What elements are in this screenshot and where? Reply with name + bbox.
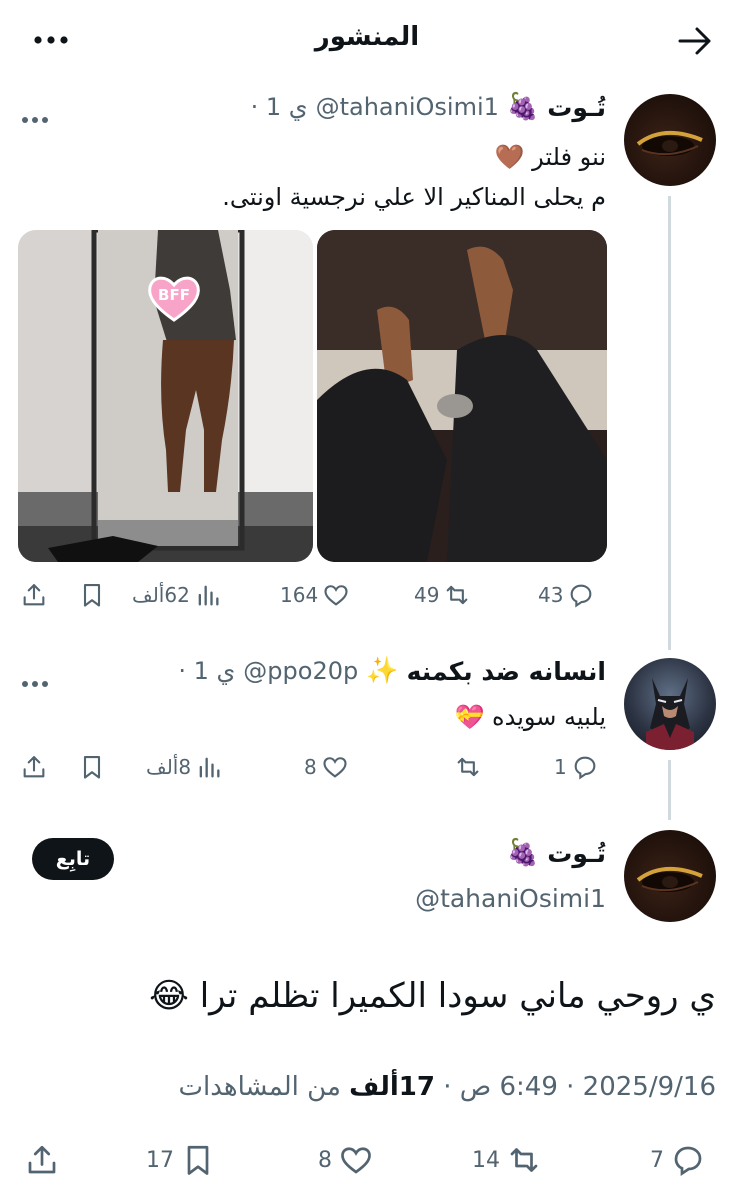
author-handle[interactable]: ‎@tahaniOsimi1 xyxy=(316,93,499,121)
media-image-legs[interactable] xyxy=(317,230,607,562)
bookmark-icon xyxy=(187,1145,209,1175)
reply-bubble-icon xyxy=(674,1146,702,1177)
brown-heart-emoji: 🤎 xyxy=(494,143,525,171)
main-tweet-text-line: ي روحي ماني سودا الكميرا تظلم ترا 😂 xyxy=(149,976,716,1016)
back-arrow-icon[interactable] xyxy=(678,26,712,56)
share-button[interactable] xyxy=(20,749,48,785)
heart-icon xyxy=(324,585,348,606)
views-bar-chart-icon xyxy=(199,757,220,778)
tweet-actions: 43 49 164 62ألف xyxy=(18,577,610,613)
share-button[interactable] xyxy=(24,1140,60,1180)
reply-count: 43 xyxy=(538,583,564,607)
post-time: ي 1 · xyxy=(178,657,236,685)
sticker-text: BFF xyxy=(158,286,190,304)
like-count: 8 xyxy=(318,1147,332,1173)
bookmark-button[interactable]: 17 xyxy=(146,1140,216,1180)
repost-button[interactable]: 14 xyxy=(472,1140,542,1180)
repost-icon xyxy=(457,757,479,777)
heart-icon xyxy=(341,1147,371,1174)
author-name[interactable]: تُـوت xyxy=(547,93,606,122)
grapes-emoji: 🍇 xyxy=(506,92,540,122)
media-image-mirror[interactable]: BFF xyxy=(18,230,313,562)
post-time: ي 1 · xyxy=(250,93,308,121)
main-tweet-actions: 7 14 8 17 xyxy=(0,1140,734,1180)
repost-count: 49 xyxy=(414,583,440,607)
bookmark-button[interactable] xyxy=(78,749,106,785)
main-tweet-text: ي روحي ماني سودا الكميرا تظلم ترا xyxy=(199,976,716,1016)
views-bar-chart-icon xyxy=(198,585,219,606)
share-upload-icon xyxy=(28,1145,56,1174)
like-button[interactable]: 164 xyxy=(280,577,350,613)
bookmark-icon xyxy=(83,584,101,607)
top-bar: المنشور xyxy=(0,0,734,80)
tweet-text: يلبيه سويده xyxy=(492,703,606,731)
tweet-text: ننو فلتر xyxy=(532,143,606,171)
repost-icon xyxy=(447,585,468,605)
page-title: المنشور xyxy=(314,22,420,52)
tweet-text-line: ننو فلتر 🤎 xyxy=(495,142,606,173)
author-handle[interactable]: ‎@ppo20p xyxy=(243,657,358,685)
views-button[interactable]: 8ألف xyxy=(146,749,223,785)
reply-bubble-icon xyxy=(571,584,592,608)
more-options-icon[interactable] xyxy=(22,108,52,123)
tears-of-joy-emoji: 😂 xyxy=(149,976,189,1016)
views-total[interactable]: 17ألف xyxy=(349,1072,435,1102)
like-count: 8 xyxy=(304,755,317,779)
author-name[interactable]: انسانه ضد بكمنه xyxy=(407,657,606,686)
like-button[interactable]: 8 xyxy=(304,749,349,785)
avatar[interactable] xyxy=(624,658,716,750)
gift-heart-emoji: 💝 xyxy=(454,703,485,731)
author-handle[interactable]: @tahaniOsimi1 xyxy=(415,884,606,913)
grapes-emoji: 🍇 xyxy=(506,838,540,868)
share-upload-icon xyxy=(23,756,45,778)
bookmark-icon xyxy=(83,756,101,779)
tweet-text-line: م يحلى المناكير الا علي نرجسية اونتى. xyxy=(222,183,606,211)
follow-button[interactable]: تابِع xyxy=(32,838,114,880)
post-meta: 2025/9/16 · 6:49 ص · 17ألف من المشاهدات xyxy=(179,1072,716,1102)
author-name[interactable]: تُـوت xyxy=(547,839,606,868)
avatar[interactable] xyxy=(624,94,716,186)
bff-sticker: BFF xyxy=(146,274,202,322)
author-line: تُـوت 🍇 xyxy=(507,838,606,868)
tweet-text-line: يلبيه سويده 💝 xyxy=(455,702,607,733)
repost-count: 14 xyxy=(472,1147,500,1173)
views-button[interactable]: 62ألف xyxy=(132,577,222,613)
sparkles-emoji: ✨ xyxy=(366,656,399,686)
thread-line xyxy=(668,196,671,650)
author-line: تُـوت 🍇 ‎@tahaniOsimi1 ي 1 · xyxy=(251,92,606,122)
views-count: 62ألف xyxy=(132,583,190,607)
share-upload-icon xyxy=(23,584,45,606)
reply-button[interactable]: 43 xyxy=(538,577,595,613)
tweet-actions: 1 8 8ألف xyxy=(18,749,610,785)
views-label: من المشاهدات xyxy=(178,1072,350,1102)
like-count: 164 xyxy=(280,583,319,607)
repost-button[interactable]: 49 xyxy=(414,577,471,613)
thread-line xyxy=(668,760,671,820)
more-options-icon[interactable] xyxy=(22,672,52,687)
heart-icon xyxy=(323,757,347,778)
reply-count: 1 xyxy=(554,755,567,779)
like-button[interactable]: 8 xyxy=(318,1140,374,1180)
avatar[interactable] xyxy=(624,830,716,922)
reply-button[interactable]: 1 xyxy=(554,749,599,785)
reply-bubble-icon xyxy=(574,756,596,780)
post-date: 2025/9/16 · 6:49 ص · xyxy=(434,1072,716,1102)
bookmark-count: 17 xyxy=(146,1147,174,1173)
author-line: انسانه ضد بكمنه ✨ ‎@ppo20p ي 1 · xyxy=(178,656,606,686)
repost-icon xyxy=(510,1148,538,1172)
repost-button[interactable] xyxy=(450,749,482,785)
reply-button[interactable]: 7 xyxy=(650,1140,706,1180)
views-count: 8ألف xyxy=(146,755,192,779)
bookmark-button[interactable] xyxy=(78,577,106,613)
reply-count: 7 xyxy=(650,1147,664,1173)
share-button[interactable] xyxy=(20,577,48,613)
